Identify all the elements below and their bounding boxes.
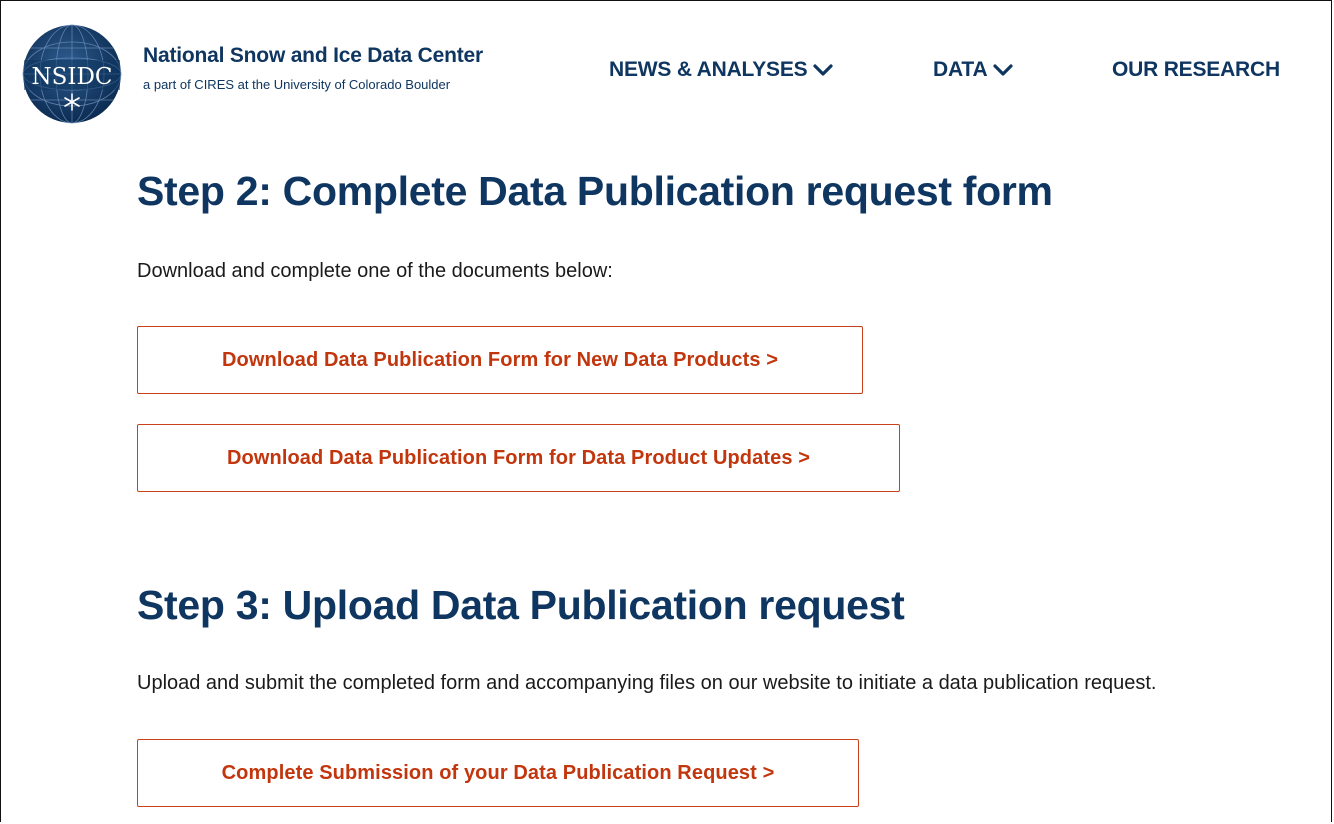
complete-submission-label: Complete Submission of your Data Publica… xyxy=(221,761,775,784)
globe-logo-icon: NSIDC xyxy=(22,24,122,124)
complete-submission-button[interactable]: Complete Submission of your Data Publica… xyxy=(137,739,859,807)
step3-text: Upload and submit the completed form and… xyxy=(137,672,1157,694)
nav-our-research[interactable]: OUR RESEARCH xyxy=(1112,58,1280,82)
org-name[interactable]: National Snow and Ice Data Center xyxy=(143,44,483,68)
chevron-down-icon xyxy=(993,64,1014,76)
site-header: NSIDC National Snow and Ice Data Center … xyxy=(0,0,1334,130)
step2-heading: Step 2: Complete Data Publication reques… xyxy=(137,168,1053,214)
nav-data-label: DATA xyxy=(933,58,988,81)
org-subtitle: a part of CIRES at the University of Col… xyxy=(143,77,451,92)
download-new-data-products-label: Download Data Publication Form for New D… xyxy=(221,348,779,371)
download-data-product-updates-label: Download Data Publication Form for Data … xyxy=(227,446,810,469)
nav-data[interactable]: DATA xyxy=(933,58,1014,82)
logo-text: NSIDC xyxy=(31,64,112,90)
nav-news-analyses[interactable]: NEWS & ANALYSES xyxy=(609,58,834,82)
nsidc-logo[interactable]: NSIDC xyxy=(22,24,122,124)
chevron-down-icon xyxy=(813,64,834,76)
download-new-data-products-button[interactable]: Download Data Publication Form for New D… xyxy=(137,326,863,394)
step2-text: Download and complete one of the documen… xyxy=(137,260,613,282)
nav-news-label: NEWS & ANALYSES xyxy=(609,58,808,81)
download-data-product-updates-button[interactable]: Download Data Publication Form for Data … xyxy=(137,424,900,492)
nav-research-label: OUR RESEARCH xyxy=(1112,58,1280,81)
step3-heading: Step 3: Upload Data Publication request xyxy=(137,582,905,628)
